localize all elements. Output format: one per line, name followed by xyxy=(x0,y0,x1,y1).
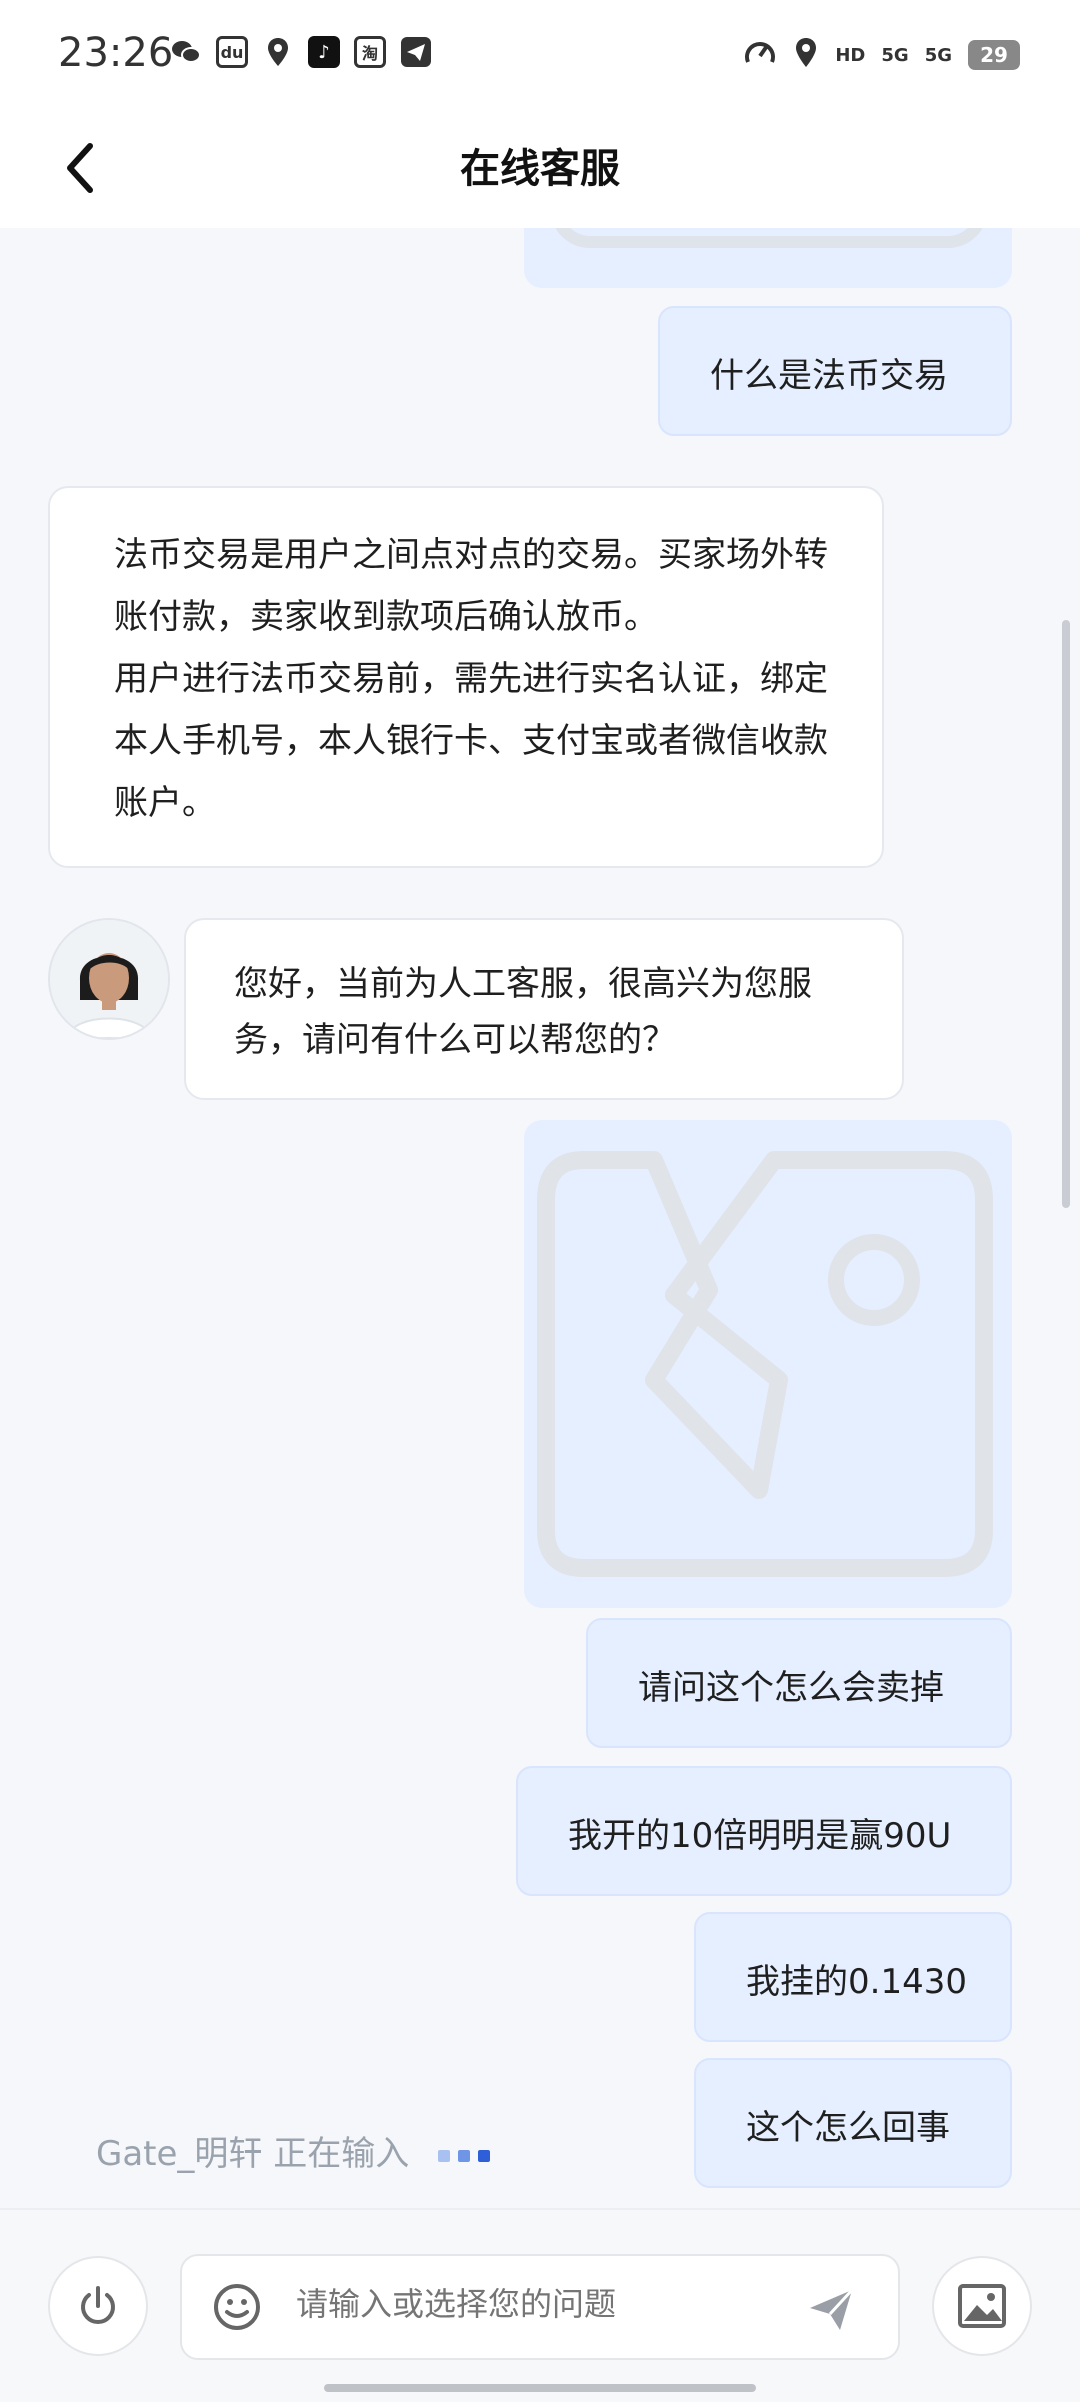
location-icon xyxy=(793,36,819,74)
power-icon xyxy=(81,2286,115,2324)
emoji-icon[interactable] xyxy=(212,2282,262,2332)
message-text: 您好，当前为人工客服，很高兴为您服务，请问有什么可以帮您的？ xyxy=(234,964,812,1060)
user-message: 这个怎么回事 xyxy=(694,2058,1012,2188)
image-message-broken[interactable] xyxy=(524,1120,1012,1608)
hd-icon: HD xyxy=(835,44,866,66)
bot-message: 法币交易是用户之间点对点的交易。买家场外转账付款，卖家收到款项后确认放币。 用户… xyxy=(48,486,884,868)
user-message: 我开的10倍明明是赢90U xyxy=(516,1766,1012,1896)
battery-icon: 29 xyxy=(968,40,1020,70)
message-text: 这个怎么回事 xyxy=(746,2108,950,2148)
typing-indicator: Gate_明轩 正在输入 xyxy=(96,2126,491,2175)
image-icon xyxy=(958,2284,1006,2328)
chat-history[interactable]: 什么是法币交易 法币交易是用户之间点对点的交易。买家场外转账付款，卖家收到款项后… xyxy=(0,228,1080,2208)
user-message: 什么是法币交易 xyxy=(658,306,1012,436)
app-header: 在线客服 xyxy=(0,110,1080,228)
speed-icon xyxy=(743,36,777,74)
image-message[interactable] xyxy=(524,228,1012,288)
message-text: 用户进行法币交易前，需先进行实名认证，绑定本人手机号，本人银行卡、支付宝或者微信… xyxy=(114,659,828,823)
page-title: 在线客服 xyxy=(460,146,620,192)
end-chat-button[interactable] xyxy=(48,2256,148,2356)
signal-5g-1: 5G xyxy=(881,44,909,66)
agent-avatar xyxy=(48,918,170,1040)
system-icons: HD 5G 5G 29 xyxy=(743,36,1020,74)
typing-dots xyxy=(438,2149,491,2162)
wechat-icon xyxy=(170,36,202,68)
composer-bar xyxy=(0,2208,1080,2402)
message-text: 我挂的0.1430 xyxy=(746,1962,967,2002)
send-image-button[interactable] xyxy=(932,2256,1032,2356)
signal-5g-2: 5G xyxy=(924,44,952,66)
message-text: 什么是法币交易 xyxy=(710,356,948,396)
douyin-icon: ♪ xyxy=(308,36,340,68)
send-icon[interactable] xyxy=(804,2282,858,2336)
broken-image-icon xyxy=(537,1151,993,1577)
typing-text: Gate_明轩 正在输入 xyxy=(96,2134,410,2174)
message-text: 法币交易是用户之间点对点的交易。买家场外转账付款，卖家收到款项后确认放币。 xyxy=(114,535,828,637)
notification-icons: du ♪ 淘 xyxy=(170,36,432,68)
user-message: 请问这个怎么会卖掉 xyxy=(586,1618,1012,1748)
message-input[interactable] xyxy=(294,2284,778,2324)
message-input-box[interactable] xyxy=(180,2254,900,2360)
telegram-icon xyxy=(400,36,432,68)
message-text: 我开的10倍明明是赢90U xyxy=(568,1816,952,1856)
status-time: 23:26 xyxy=(58,30,174,76)
user-message: 我挂的0.1430 xyxy=(694,1912,1012,2042)
agent-message: 您好，当前为人工客服，很高兴为您服务，请问有什么可以帮您的？ xyxy=(184,918,904,1100)
status-bar: 23:26 du ♪ 淘 HD 5G 5G 29 xyxy=(0,0,1080,110)
taobao-icon: 淘 xyxy=(354,36,386,68)
du-app-icon: du xyxy=(216,36,248,68)
map-pin-icon xyxy=(262,36,294,68)
scrollbar[interactable] xyxy=(1062,620,1070,1208)
message-text: 请问这个怎么会卖掉 xyxy=(638,1668,944,1708)
home-indicator[interactable] xyxy=(324,2384,756,2392)
